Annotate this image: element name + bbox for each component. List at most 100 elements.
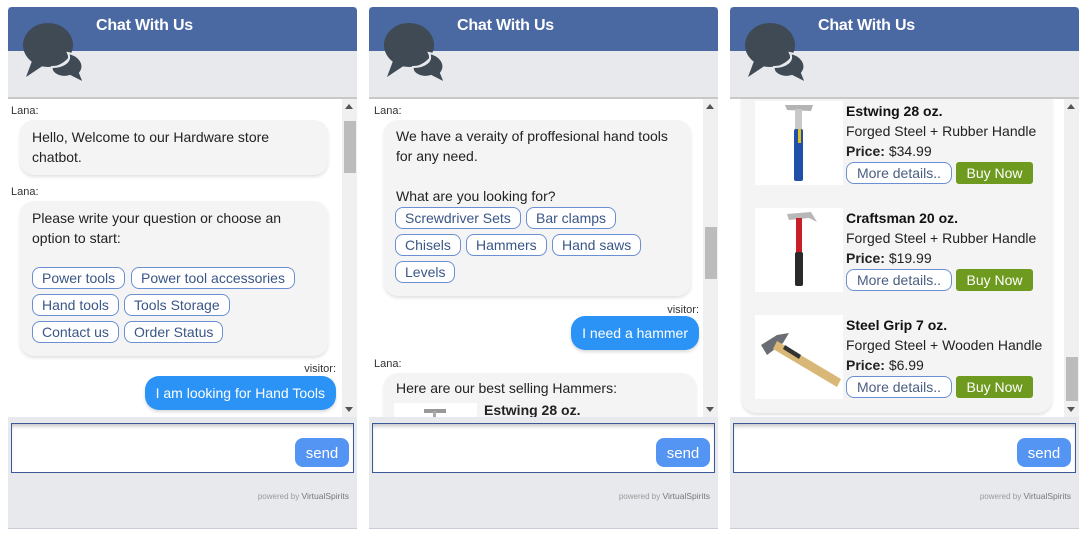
product-name: Estwing 28 oz. bbox=[484, 402, 581, 417]
option-power-tool-accessories[interactable]: Power tool accessories bbox=[131, 267, 295, 289]
message-line: chatbot. bbox=[32, 149, 82, 165]
bot-message: Hello, Welcome to our Hardware store cha… bbox=[20, 120, 328, 175]
sender-label: visitor: bbox=[304, 363, 336, 375]
send-button[interactable]: send bbox=[1017, 438, 1071, 467]
message-input-area: send bbox=[11, 423, 354, 473]
sender-label: Lana: bbox=[11, 105, 39, 117]
option-order-status[interactable]: Order Status bbox=[124, 321, 224, 343]
message-line bbox=[396, 166, 668, 186]
more-details-button[interactable]: More details.. bbox=[846, 269, 952, 291]
price-label: Price: bbox=[846, 143, 885, 159]
powered-brand-link[interactable]: VirtualSpirits bbox=[1023, 491, 1071, 501]
product-name: Estwing 28 oz. bbox=[846, 103, 943, 119]
chat-bubbles-icon bbox=[384, 23, 447, 83]
scrollbar[interactable] bbox=[1064, 99, 1079, 417]
hammer-icon bbox=[761, 333, 841, 387]
option-hand-saws[interactable]: Hand saws bbox=[552, 234, 642, 256]
product-image bbox=[755, 315, 843, 399]
chat-bubbles-icon bbox=[23, 23, 86, 83]
powered-brand-link[interactable]: VirtualSpirits bbox=[662, 491, 710, 501]
option-hammers[interactable]: Hammers bbox=[466, 234, 547, 256]
message-input-area: send bbox=[733, 423, 1076, 473]
scrollbar[interactable] bbox=[703, 99, 718, 417]
powered-by: powered by VirtualSpirits bbox=[258, 491, 349, 501]
option-power-tools[interactable]: Power tools bbox=[32, 267, 126, 289]
scroll-thumb[interactable] bbox=[705, 227, 717, 279]
chat-bubbles-icon bbox=[745, 23, 808, 83]
message-line: Hello, Welcome to our Hardware store bbox=[32, 129, 270, 145]
option-tools-storage[interactable]: Tools Storage bbox=[124, 294, 230, 316]
price-label: Price: bbox=[846, 357, 885, 373]
message-list: Lana: Hello, Welcome to our Hardware sto… bbox=[8, 97, 357, 417]
hammer-icon bbox=[424, 409, 446, 417]
message-line: for any need. bbox=[396, 148, 478, 164]
more-details-button[interactable]: More details.. bbox=[846, 162, 952, 184]
sender-label: Lana: bbox=[374, 105, 402, 117]
product-image bbox=[755, 101, 843, 185]
buy-now-button[interactable]: Buy Now bbox=[956, 162, 1033, 184]
buy-now-button[interactable]: Buy Now bbox=[956, 269, 1033, 291]
message-input-area: send bbox=[372, 423, 715, 473]
scroll-down-arrow-icon[interactable] bbox=[1067, 407, 1075, 412]
sender-label: visitor: bbox=[667, 304, 699, 316]
product-image bbox=[394, 403, 477, 417]
bot-message: Here are our best selling Hammers: Estwi… bbox=[384, 373, 696, 417]
scroll-up-arrow-icon[interactable] bbox=[1067, 104, 1075, 109]
chat-widget-2: Chat With Us Lana: We have a veraity of … bbox=[369, 7, 718, 529]
message-list: Estwing 28 oz. Forged Steel + Rubber Han… bbox=[730, 97, 1079, 417]
scrollbar[interactable] bbox=[342, 99, 357, 417]
option-bar-clamps[interactable]: Bar clamps bbox=[526, 207, 617, 229]
message-input[interactable] bbox=[16, 430, 290, 466]
more-details-button[interactable]: More details.. bbox=[846, 376, 952, 398]
powered-prefix: powered by bbox=[257, 492, 302, 501]
message-input[interactable] bbox=[377, 430, 651, 466]
message-input[interactable] bbox=[738, 430, 1012, 466]
sender-label: Lana: bbox=[11, 186, 39, 198]
option-levels[interactable]: Levels bbox=[395, 261, 456, 283]
header-title: Chat With Us bbox=[818, 17, 916, 34]
scroll-thumb[interactable] bbox=[344, 121, 356, 173]
visitor-message: I need a hammer bbox=[571, 316, 699, 350]
scroll-up-arrow-icon[interactable] bbox=[706, 104, 714, 109]
buy-now-button[interactable]: Buy Now bbox=[956, 376, 1033, 398]
message-line: We have a veraity of proffesional hand t… bbox=[396, 128, 668, 144]
bot-message: Please write your question or choose an … bbox=[20, 201, 328, 356]
option-chisels[interactable]: Chisels bbox=[395, 234, 461, 256]
powered-by: powered by VirtualSpirits bbox=[619, 491, 710, 501]
powered-brand-link[interactable]: VirtualSpirits bbox=[301, 491, 349, 501]
scroll-down-arrow-icon[interactable] bbox=[706, 407, 714, 412]
option-hand-tools[interactable]: Hand tools bbox=[32, 294, 119, 316]
product-description: Forged Steel + Wooden Handle bbox=[846, 337, 1043, 353]
option-screwdriver-sets[interactable]: Screwdriver Sets bbox=[395, 207, 521, 229]
message-line: Here are our best selling Hammers: bbox=[396, 380, 617, 396]
send-button[interactable]: send bbox=[295, 438, 349, 467]
hammer-icon bbox=[785, 105, 813, 181]
option-contact-us[interactable]: Contact us bbox=[32, 321, 119, 343]
chat-widget-3: Chat With Us Estwing 28 oz. Forged Steel… bbox=[730, 7, 1079, 529]
send-button[interactable]: send bbox=[656, 438, 710, 467]
visitor-message: I am looking for Hand Tools bbox=[144, 376, 336, 410]
product-price: Price: $34.99 bbox=[846, 141, 932, 161]
product-image bbox=[755, 208, 843, 292]
hammer-icon bbox=[787, 212, 817, 286]
price-value: $34.99 bbox=[888, 143, 932, 159]
bot-message: Estwing 28 oz. Forged Steel + Rubber Han… bbox=[742, 99, 1052, 413]
product-description: Forged Steel + Rubber Handle bbox=[846, 123, 1037, 139]
product-price: Price: $6.99 bbox=[846, 355, 924, 375]
powered-prefix: powered by bbox=[618, 492, 663, 501]
product-name: Steel Grip 7 oz. bbox=[846, 317, 948, 333]
scroll-down-arrow-icon[interactable] bbox=[345, 407, 353, 412]
product-price: Price: $19.99 bbox=[846, 248, 932, 268]
header-title: Chat With Us bbox=[457, 17, 555, 34]
product-description: Forged Steel + Rubber Handle bbox=[846, 230, 1037, 246]
price-label: Price: bbox=[846, 250, 885, 266]
powered-prefix: powered by bbox=[979, 492, 1024, 501]
header-title: Chat With Us bbox=[96, 17, 194, 34]
sender-label: Lana: bbox=[374, 358, 402, 370]
message-line: Please write your question or choose an bbox=[32, 210, 282, 226]
price-value: $6.99 bbox=[888, 357, 924, 373]
message-line: What are you looking for? bbox=[396, 188, 556, 204]
price-value: $19.99 bbox=[888, 250, 932, 266]
scroll-up-arrow-icon[interactable] bbox=[345, 104, 353, 109]
scroll-thumb[interactable] bbox=[1066, 357, 1078, 401]
